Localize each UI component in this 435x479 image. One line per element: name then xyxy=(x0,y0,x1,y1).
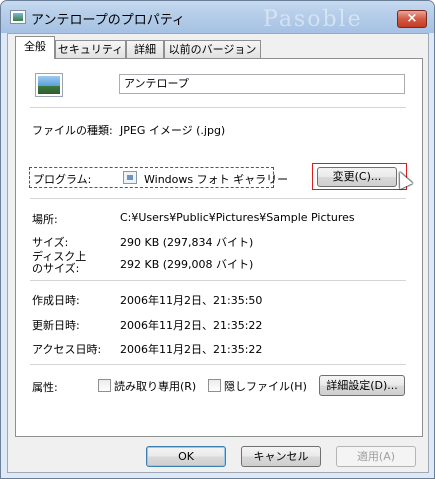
accessed-value: 2006年11月2日、21:35:22 xyxy=(120,343,263,356)
created-label: 作成日時: xyxy=(32,294,80,307)
attributes-label: 属性: xyxy=(32,381,58,394)
program-highlight-box: プログラム: Windows フォト ギャラリー xyxy=(29,167,288,188)
file-type-label: ファイルの種類: xyxy=(32,124,113,137)
size-value: 290 KB (297,834 バイト) xyxy=(120,236,254,249)
cancel-button[interactable]: キャンセル xyxy=(241,446,321,467)
readonly-checkbox[interactable] xyxy=(98,379,111,392)
location-value: C:¥Users¥Public¥Pictures¥Sample Pictures xyxy=(120,211,355,224)
disk-size-label-line2: のサイズ: xyxy=(32,262,80,275)
properties-window: Pasoble アンテロープのプロパティ × 全般 セキュリティ 詳細 以前のバ… xyxy=(0,0,435,479)
tab-security[interactable]: セキュリティ xyxy=(55,40,126,58)
general-tab-panel: アンテロープ ファイルの種類: JPEG イメージ (.jpg) プログラム: … xyxy=(15,58,423,437)
program-label: プログラム: xyxy=(33,173,92,186)
disk-size-label: ディスク上 のサイズ: xyxy=(32,251,86,275)
hidden-checkbox-label[interactable]: 隠しファイル(H) xyxy=(224,378,307,394)
divider xyxy=(30,198,406,199)
advanced-button[interactable]: 詳細設定(D)... xyxy=(319,375,405,396)
ok-button[interactable]: OK xyxy=(146,446,226,467)
dialog-client-area: 全般 セキュリティ 詳細 以前のバージョン アンテロープ ファイルの種類: JP… xyxy=(7,33,429,473)
program-value: Windows フォト ギャラリー xyxy=(144,173,289,186)
title-bar[interactable]: Pasoble アンテロープのプロパティ × xyxy=(1,1,434,33)
created-value: 2006年11月2日、21:35:50 xyxy=(120,294,263,307)
accessed-label: アクセス日時: xyxy=(32,343,102,356)
divider xyxy=(30,364,406,365)
change-program-button[interactable]: 変更(C)... xyxy=(317,167,397,187)
location-label: 場所: xyxy=(32,213,58,226)
size-label: サイズ: xyxy=(32,236,69,249)
image-thumbnail-icon xyxy=(35,73,63,97)
disk-size-value: 292 KB (299,008 バイト) xyxy=(120,258,254,271)
file-name-field[interactable]: アンテロープ xyxy=(119,74,405,94)
file-type-value: JPEG イメージ (.jpg) xyxy=(120,124,226,137)
divider xyxy=(30,107,406,108)
title-watermark: Pasoble xyxy=(263,7,363,32)
window-title: アンテロープのプロパティ xyxy=(31,13,185,28)
tab-details[interactable]: 詳細 xyxy=(126,40,164,58)
photo-gallery-icon xyxy=(123,171,137,184)
apply-button[interactable]: 適用(A) xyxy=(336,446,416,467)
tab-previous-versions[interactable]: 以前のバージョン xyxy=(164,40,261,58)
divider xyxy=(30,280,406,281)
image-file-icon xyxy=(10,10,26,24)
modified-label: 更新日時: xyxy=(32,319,80,332)
readonly-checkbox-label[interactable]: 読み取り専用(R) xyxy=(114,378,196,394)
tab-general[interactable]: 全般 xyxy=(15,36,55,59)
hidden-checkbox[interactable] xyxy=(208,379,221,392)
close-button[interactable]: × xyxy=(397,10,427,28)
modified-value: 2006年11月2日、21:35:22 xyxy=(120,319,263,332)
